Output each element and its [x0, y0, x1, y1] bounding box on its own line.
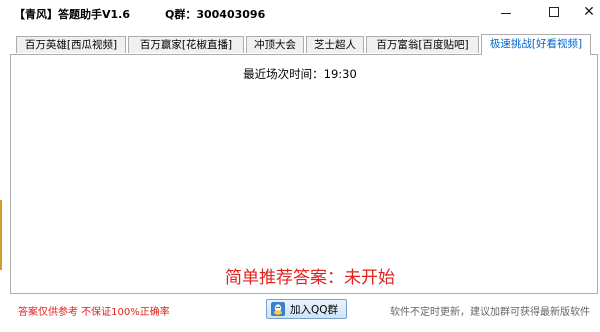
tab-content-panel	[10, 54, 598, 294]
recent-session-label: 最近场次时间：	[243, 67, 324, 81]
minimize-button[interactable]	[487, 0, 525, 24]
recommended-answer: 简单推荐答案：未开始	[225, 268, 395, 288]
close-button[interactable]: ✕	[570, 0, 600, 24]
qq-group-label: Q群：300403096	[165, 8, 266, 21]
tab-zhishi-chaoren[interactable]: 芝士超人	[306, 36, 364, 53]
recent-session-time: 19:30	[323, 67, 357, 81]
maximize-icon	[549, 7, 559, 17]
recent-session: 最近场次时间：19:30	[0, 66, 600, 82]
title-bar: 【青风】答题助手V1.6 Q群：300403096 ✕	[0, 0, 600, 28]
window-edge-highlight	[0, 200, 2, 270]
close-icon: ✕	[583, 4, 595, 20]
tab-chongding-dahui[interactable]: 冲顶大会	[246, 36, 304, 53]
update-note: 软件不定时更新，建议加群可获得最新版软件	[390, 307, 590, 318]
tab-baiwan-yingjia[interactable]: 百万赢家[花椒直播]	[128, 36, 244, 53]
join-qq-group-label: 加入QQ群	[290, 303, 339, 316]
join-qq-group-button[interactable]: 加入QQ群	[266, 299, 347, 319]
app-window: 【青风】答题助手V1.6 Q群：300403096 ✕ 百万英雄[西瓜视频] 百…	[0, 0, 600, 332]
tab-strip: 百万英雄[西瓜视频] 百万赢家[花椒直播] 冲顶大会 芝士超人 百万富翁[百度贴…	[8, 34, 600, 55]
disclaimer-text: 答案仅供参考 不保证100%正确率	[18, 307, 170, 318]
tab-baiwan-yingxiong[interactable]: 百万英雄[西瓜视频]	[16, 36, 126, 53]
tab-jisu-tiaozhan[interactable]: 极速挑战[好看视频]	[481, 34, 591, 55]
qq-penguin-icon	[271, 302, 285, 316]
maximize-button[interactable]	[535, 0, 573, 24]
minimize-icon	[501, 12, 511, 14]
tab-baiwan-fuweng[interactable]: 百万富翁[百度贴吧]	[366, 36, 479, 53]
app-title: 【青风】答题助手V1.6	[14, 8, 130, 21]
